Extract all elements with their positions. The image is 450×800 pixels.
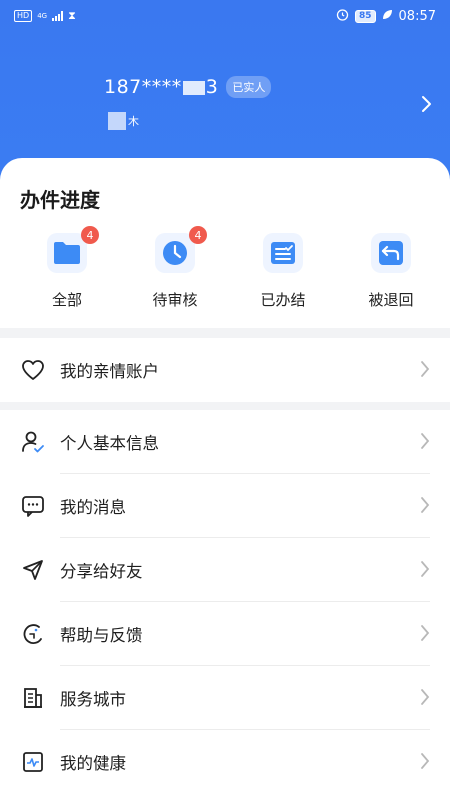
progress-item-completed[interactable]: 已办结 xyxy=(231,233,335,310)
badge-count: 4 xyxy=(81,226,99,244)
help-icon xyxy=(20,621,46,647)
progress-item-pending[interactable]: 4 待审核 xyxy=(123,226,227,310)
phone-mask xyxy=(182,80,205,95)
health-icon xyxy=(20,749,46,775)
progress-item-all[interactable]: 4 全部 xyxy=(15,226,119,310)
user-name: 木 xyxy=(108,112,139,130)
menu-label: 分享给好友 xyxy=(60,562,143,581)
menu-label: 我的消息 xyxy=(60,498,126,517)
progress-label: 全部 xyxy=(51,291,82,309)
signal-icon xyxy=(52,11,64,21)
menu-label: 服务城市 xyxy=(60,690,126,709)
section-gap xyxy=(0,402,450,410)
status-right: 85 08:57 xyxy=(336,8,436,24)
user-check-icon xyxy=(20,429,46,455)
progress-items: 4 全部 4 待审核 已办结 被退回 xyxy=(0,226,450,310)
progress-label: 待审核 xyxy=(152,291,198,309)
progress-label: 被退回 xyxy=(368,291,414,309)
menu-item-family-account[interactable]: 我的亲情账户 xyxy=(0,338,450,402)
chevron-right-icon xyxy=(420,752,430,774)
menu-item-health[interactable]: 我的健康 xyxy=(0,730,450,794)
profile-chevron-icon[interactable] xyxy=(420,95,432,118)
menu-item-personal-info[interactable]: 个人基本信息 xyxy=(0,410,450,474)
progress-label: 已办结 xyxy=(260,291,306,309)
hd-badge: HD xyxy=(14,10,33,22)
share-icon xyxy=(20,557,46,583)
leaf-icon xyxy=(382,9,393,23)
menu-label: 帮助与反馈 xyxy=(60,626,143,645)
alarm-icon xyxy=(336,8,349,24)
name-tail: 木 xyxy=(128,115,139,128)
menu-label: 个人基本信息 xyxy=(60,434,159,453)
status-left: HD 4G ⧗ xyxy=(14,9,76,23)
checklist-icon xyxy=(263,233,303,273)
phone-number: 187**** 3 xyxy=(104,76,219,98)
name-mask xyxy=(108,112,126,130)
settings-menu: 个人基本信息 我的消息 分享给好友 帮助与反馈 服务城市 我的健康 xyxy=(0,410,450,800)
chevron-right-icon xyxy=(420,688,430,710)
chevron-right-icon xyxy=(420,432,430,454)
user-info-row[interactable]: 187**** 3 已实人 xyxy=(104,76,272,98)
menu-label: 我的亲情账户 xyxy=(60,362,159,381)
menu-item-service-city[interactable]: 服务城市 xyxy=(0,666,450,730)
chevron-right-icon xyxy=(420,360,430,382)
status-time: 08:57 xyxy=(398,8,436,24)
battery-indicator: 85 xyxy=(355,9,376,23)
status-bar: HD 4G ⧗ 85 08:57 xyxy=(0,0,450,32)
menu-label: 我的健康 xyxy=(60,754,126,773)
clock-icon: 4 xyxy=(155,226,207,273)
verified-badge: 已实人 xyxy=(226,76,272,98)
network-type: 4G xyxy=(37,12,48,20)
chevron-right-icon xyxy=(420,560,430,582)
message-icon xyxy=(20,493,46,519)
menu-item-help-feedback[interactable]: 帮助与反馈 xyxy=(0,602,450,666)
folder-icon: 4 xyxy=(47,226,99,273)
badge-count: 4 xyxy=(189,226,207,244)
progress-title: 办件进度 xyxy=(20,188,100,212)
hourglass-icon: ⧗ xyxy=(68,9,76,22)
progress-item-returned[interactable]: 被退回 xyxy=(339,233,443,310)
menu-item-share[interactable]: 分享给好友 xyxy=(0,538,450,602)
city-icon xyxy=(20,685,46,711)
return-icon xyxy=(371,233,411,273)
family-account-section: 我的亲情账户 xyxy=(0,338,450,402)
progress-card: 办件进度 4 全部 4 待审核 已办结 被退回 xyxy=(0,158,450,328)
menu-item-messages[interactable]: 我的消息 xyxy=(0,474,450,538)
heart-icon xyxy=(20,357,46,383)
chevron-right-icon xyxy=(420,624,430,646)
chevron-right-icon xyxy=(420,496,430,518)
section-gap xyxy=(0,328,450,338)
